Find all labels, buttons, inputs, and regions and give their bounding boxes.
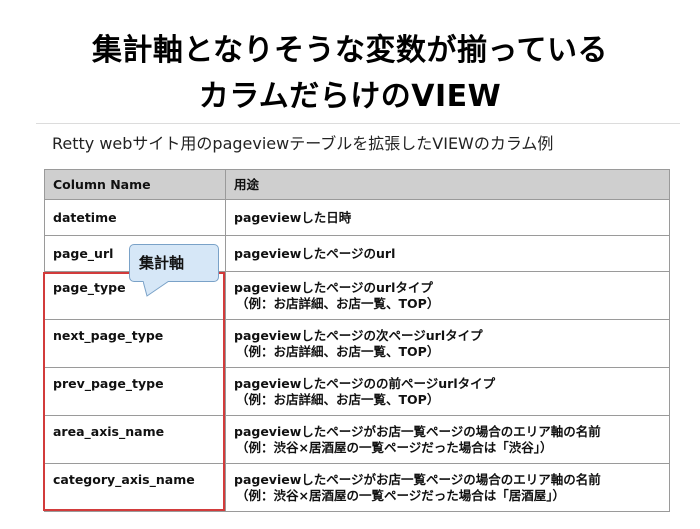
usage-example: （例：渋谷×居酒屋の一覧ページだった場合は「渋谷」） [236, 440, 553, 455]
column-name-cell: next_page_type [44, 319, 226, 368]
slide-title: 集計軸となりそうな変数が揃っている カラムだらけのVIEW [0, 28, 700, 120]
usage-text: pageviewしたページがお店一覧ページの場合のエリア軸の名前 [234, 472, 601, 487]
usage-text: pageviewしたページのurl [234, 245, 396, 261]
usage-text: pageviewしたページのurlタイプ [234, 280, 433, 295]
usage-text: pageviewしたページがお店一覧ページの場合のエリア軸の名前 [234, 424, 601, 439]
column-table: Column Name 用途 datetime pageviewした日時 pag… [44, 169, 670, 512]
header-usage: 用途 [225, 169, 670, 200]
usage-example: （例：渋谷×居酒屋の一覧ページだった場合は「居酒屋」） [236, 488, 565, 503]
usage-cell: pageviewしたページがお店一覧ページの場合のエリア軸の名前 （例：渋谷×居… [225, 415, 670, 464]
slide-subtitle: Retty webサイト用のpageviewテーブルを拡張したVIEWのカラム例 [52, 134, 554, 153]
table-header-row: Column Name 用途 [44, 169, 670, 200]
table-row: category_axis_name pageviewしたページがお店一覧ページ… [44, 463, 670, 512]
usage-cell: pageviewした日時 [225, 199, 670, 236]
usage-text: pageviewしたページのの前ページurlタイプ [234, 376, 496, 391]
usage-text: pageviewした日時 [234, 209, 352, 225]
aggregation-axis-callout: 集計軸 [129, 244, 219, 282]
usage-example: （例：お店詳細、お店一覧、TOP） [236, 344, 440, 359]
usage-text: pageviewしたページの次ページurlタイプ [234, 328, 483, 343]
usage-example: （例：お店詳細、お店一覧、TOP） [236, 296, 440, 311]
usage-cell: pageviewしたページがお店一覧ページの場合のエリア軸の名前 （例：渋谷×居… [225, 463, 670, 512]
column-name-cell: prev_page_type [44, 367, 226, 416]
usage-cell: pageviewしたページのurlタイプ （例：お店詳細、お店一覧、TOP） [225, 271, 670, 320]
usage-cell: pageviewしたページの次ページurlタイプ （例：お店詳細、お店一覧、TO… [225, 319, 670, 368]
table-row: area_axis_name pageviewしたページがお店一覧ページの場合の… [44, 415, 670, 464]
callout-tail-icon [143, 281, 170, 297]
header-column-name: Column Name [44, 169, 226, 200]
column-name-cell: datetime [44, 199, 226, 236]
column-name-cell: category_axis_name [44, 463, 226, 512]
usage-example: （例：お店詳細、お店一覧、TOP） [236, 392, 440, 407]
title-divider [36, 123, 680, 124]
slide-title-line-1: 集計軸となりそうな変数が揃っている [91, 33, 609, 68]
table-row: datetime pageviewした日時 [44, 199, 670, 236]
usage-cell: pageviewしたページのの前ページurlタイプ （例：お店詳細、お店一覧、T… [225, 367, 670, 416]
slide-title-line-2: カラムだらけのVIEW [198, 79, 502, 114]
column-name-cell: area_axis_name [44, 415, 226, 464]
usage-cell: pageviewしたページのurl [225, 235, 670, 272]
table-row: prev_page_type pageviewしたページのの前ページurlタイプ… [44, 367, 670, 416]
table-row: next_page_type pageviewしたページの次ページurlタイプ … [44, 319, 670, 368]
